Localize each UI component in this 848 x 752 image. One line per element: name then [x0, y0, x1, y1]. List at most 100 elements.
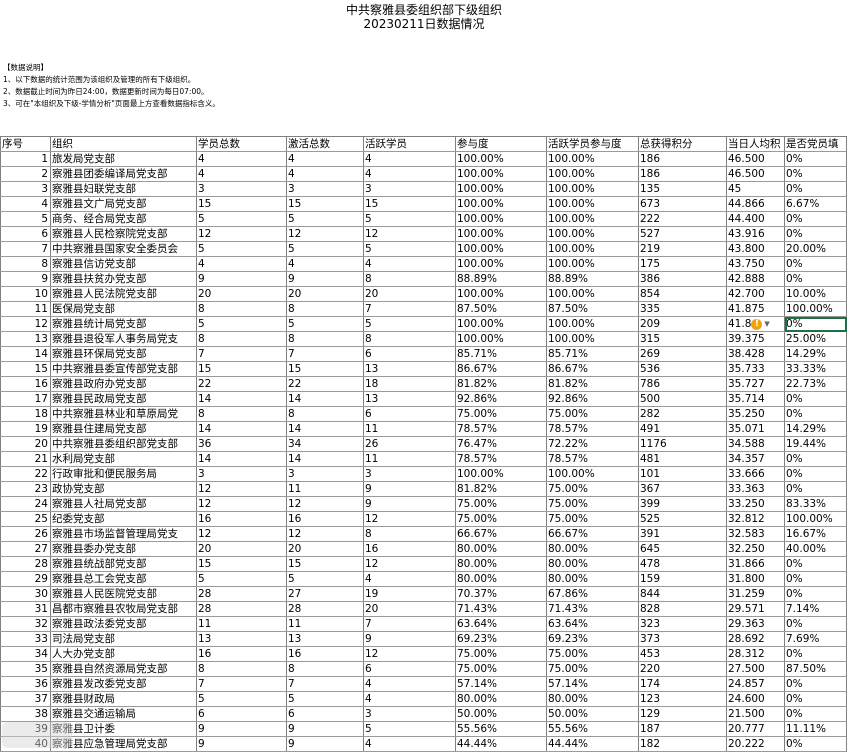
cell-members[interactable]: 15 — [196, 556, 287, 572]
cell-daily-avg[interactable]: 43.800 — [726, 241, 785, 257]
cell-members[interactable]: 5 — [196, 211, 287, 227]
cell-active[interactable]: 20 — [363, 286, 456, 302]
cell-index[interactable]: 37 — [0, 691, 51, 707]
cell-participation[interactable]: 75.00% — [455, 661, 547, 677]
cell-org[interactable]: 察雅县人社局党支部 — [50, 496, 197, 512]
cell-index[interactable]: 15 — [0, 361, 51, 377]
cell-participation[interactable]: 86.67% — [455, 361, 547, 377]
cell-index[interactable]: 30 — [0, 586, 51, 602]
cell-activated[interactable]: 20 — [286, 286, 364, 302]
cell-index[interactable]: 26 — [0, 526, 51, 542]
cell-points[interactable]: 645 — [638, 541, 727, 557]
cell-activated[interactable]: 3 — [286, 466, 364, 482]
cell-active-participation[interactable]: 92.86% — [546, 391, 639, 407]
cell-activated[interactable]: 5 — [286, 316, 364, 332]
cell-active-participation[interactable]: 63.64% — [546, 616, 639, 632]
cell-members[interactable]: 8 — [196, 406, 287, 422]
cell-participation[interactable]: 81.82% — [455, 481, 547, 497]
cell-party-rate[interactable]: 0% — [784, 226, 847, 242]
cell-active[interactable]: 9 — [363, 496, 456, 512]
cell-party-rate[interactable]: 0% — [784, 556, 847, 572]
cell-daily-avg[interactable]: 29.363 — [726, 616, 785, 632]
cell-index[interactable]: 17 — [0, 391, 51, 407]
cell-daily-avg[interactable]: 27.500 — [726, 661, 785, 677]
column-header-daily-avg[interactable]: 当日人均积 — [726, 136, 785, 152]
cell-participation[interactable]: 57.14% — [455, 676, 547, 692]
cell-org[interactable]: 昌都市察雅县农牧局党支部 — [50, 601, 197, 617]
cell-daily-avg[interactable]: 28.312 — [726, 646, 785, 662]
cell-members[interactable]: 12 — [196, 526, 287, 542]
cell-activated[interactable]: 7 — [286, 346, 364, 362]
cell-activated[interactable]: 4 — [286, 256, 364, 272]
cell-points[interactable]: 335 — [638, 301, 727, 317]
cell-participation[interactable]: 100.00% — [455, 331, 547, 347]
cell-org[interactable]: 察雅县环保局党支部 — [50, 346, 197, 362]
cell-points[interactable]: 1176 — [638, 436, 727, 452]
spreadsheet-grid[interactable]: 序号 组织 学员总数 激活总数 活跃学员 参与度 活跃学员参与度 总获得积分 当日人均积 是否党员… — [0, 136, 847, 752]
cell-daily-avg[interactable]: 20.222 — [726, 736, 785, 752]
cell-points[interactable]: 478 — [638, 556, 727, 572]
cell-active-participation[interactable]: 100.00% — [546, 181, 639, 197]
cell-daily-avg[interactable]: 42.700 — [726, 286, 785, 302]
cell-active[interactable]: 4 — [363, 166, 456, 182]
cell-points[interactable]: 101 — [638, 466, 727, 482]
cell-party-rate[interactable]: 0% — [784, 616, 847, 632]
cell-active[interactable]: 12 — [363, 556, 456, 572]
cell-org[interactable]: 医保局党支部 — [50, 301, 197, 317]
cell-active[interactable]: 13 — [363, 361, 456, 377]
cell-participation[interactable]: 100.00% — [455, 316, 547, 332]
cell-members[interactable]: 3 — [196, 181, 287, 197]
cell-party-rate[interactable]: 0% — [784, 211, 847, 227]
cell-index[interactable]: 23 — [0, 481, 51, 497]
cell-active-participation[interactable]: 100.00% — [546, 166, 639, 182]
cell-active-participation[interactable]: 100.00% — [546, 211, 639, 227]
cell-daily-avg[interactable]: 20.777 — [726, 721, 785, 737]
cell-active-participation[interactable]: 72.22% — [546, 436, 639, 452]
cell-points[interactable]: 536 — [638, 361, 727, 377]
cell-points[interactable]: 481 — [638, 451, 727, 467]
cell-active[interactable]: 8 — [363, 331, 456, 347]
cell-members[interactable]: 15 — [196, 361, 287, 377]
cell-party-rate[interactable]: 83.33% — [784, 496, 847, 512]
cell-members[interactable]: 8 — [196, 661, 287, 677]
cell-org[interactable]: 察雅县人民法院党支部 — [50, 286, 197, 302]
cell-daily-avg[interactable]: 29.571 — [726, 601, 785, 617]
cell-active-participation[interactable]: 55.56% — [546, 721, 639, 737]
cell-points[interactable]: 527 — [638, 226, 727, 242]
cell-index[interactable]: 11 — [0, 301, 51, 317]
cell-active[interactable]: 13 — [363, 391, 456, 407]
cell-activated[interactable]: 15 — [286, 361, 364, 377]
cell-participation[interactable]: 75.00% — [455, 406, 547, 422]
cell-daily-avg[interactable]: 33.250 — [726, 496, 785, 512]
cell-participation[interactable]: 88.89% — [455, 271, 547, 287]
cell-party-rate[interactable]: 0% — [784, 676, 847, 692]
cell-members[interactable]: 4 — [196, 166, 287, 182]
cell-active[interactable]: 7 — [363, 616, 456, 632]
cell-active-participation[interactable]: 88.89% — [546, 271, 639, 287]
cell-activated[interactable]: 16 — [286, 646, 364, 662]
cell-points[interactable]: 282 — [638, 406, 727, 422]
cell-members[interactable]: 20 — [196, 541, 287, 557]
column-header-active-participation[interactable]: 活跃学员参与度 — [546, 136, 639, 152]
cell-org[interactable]: 察雅县政法委党支部 — [50, 616, 197, 632]
cell-daily-avg[interactable]: 32.583 — [726, 526, 785, 542]
cell-index[interactable]: 13 — [0, 331, 51, 347]
cell-participation[interactable]: 92.86% — [455, 391, 547, 407]
cell-activated[interactable]: 16 — [286, 511, 364, 527]
cell-active[interactable]: 20 — [363, 601, 456, 617]
cell-activated[interactable]: 22 — [286, 376, 364, 392]
cell-participation[interactable]: 71.43% — [455, 601, 547, 617]
cell-participation[interactable]: 75.00% — [455, 511, 547, 527]
column-header-party-rate[interactable]: 是否党员填 — [784, 136, 847, 152]
cell-members[interactable]: 14 — [196, 451, 287, 467]
cell-daily-avg[interactable]: 33.666 — [726, 466, 785, 482]
cell-index[interactable]: 1 — [0, 151, 51, 167]
cell-points[interactable]: 187 — [638, 721, 727, 737]
cell-members[interactable]: 9 — [196, 271, 287, 287]
cell-party-rate[interactable]: 20.00% — [784, 241, 847, 257]
cell-index[interactable]: 5 — [0, 211, 51, 227]
cell-index[interactable]: 33 — [0, 631, 51, 647]
cell-daily-avg[interactable]: 31.259 — [726, 586, 785, 602]
cell-active[interactable]: 6 — [363, 346, 456, 362]
cell-index[interactable]: 14 — [0, 346, 51, 362]
